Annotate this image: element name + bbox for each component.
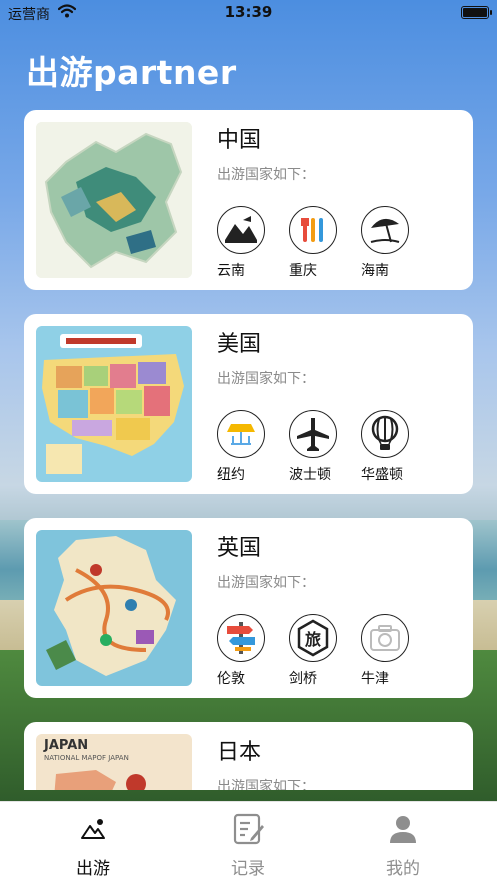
tab-label: 我的 [386, 859, 420, 879]
status-time: 13:39 [224, 3, 273, 21]
city-name: 纽约 [217, 467, 245, 483]
tab-label: 记录 [231, 859, 265, 879]
country-name: 中国 [217, 128, 262, 153]
travel-badge-icon: 旅 [289, 614, 337, 662]
country-name: 美国 [217, 332, 262, 357]
city-name: 波士顿 [289, 467, 331, 483]
umbrella-icon [217, 410, 265, 458]
city-name: 剑桥 [289, 671, 317, 687]
status-bar: 运营商 13:39 [0, 0, 497, 26]
airplane-icon [289, 410, 337, 458]
city-boston[interactable]: 波士顿 [289, 410, 349, 484]
japan-map-image: JAPAN NATIONAL MAPOF JAPAN [36, 734, 192, 790]
card-subtitle: 出游国家如下： [217, 779, 315, 790]
card-subtitle: 出游国家如下： [217, 371, 315, 387]
city-hainan[interactable]: 海南 [361, 206, 421, 280]
uk-map-image [36, 530, 192, 686]
destination-list[interactable]: 中国 出游国家如下： 云南 重庆 海南 美国 出游国家如下： 纽约 波士顿 华盛… [24, 110, 473, 790]
landscape-icon [76, 812, 110, 846]
city-chongqing[interactable]: 重庆 [289, 206, 349, 280]
tab-travel[interactable]: 出游 [33, 812, 153, 879]
card-subtitle: 出游国家如下： [217, 167, 315, 183]
tab-label: 出游 [76, 859, 110, 879]
hot-air-balloon-icon [361, 410, 409, 458]
destination-card-uk[interactable]: 英国 出游国家如下： 伦敦 旅 剑桥 牛津 [24, 518, 473, 698]
city-name: 云南 [217, 263, 245, 279]
notebook-edit-icon [231, 812, 265, 846]
city-new-york[interactable]: 纽约 [217, 410, 277, 484]
food-utensils-icon [289, 206, 337, 254]
destination-card-usa[interactable]: 美国 出游国家如下： 纽约 波士顿 华盛顿 [24, 314, 473, 494]
city-yunnan[interactable]: 云南 [217, 206, 277, 280]
tab-records[interactable]: 记录 [188, 812, 308, 879]
usa-map-image [36, 326, 192, 482]
city-name: 海南 [361, 263, 389, 279]
battery-icon [461, 6, 492, 19]
page-title: 出游partner [26, 53, 237, 92]
person-icon [386, 812, 420, 846]
travel-badge-text: 旅 [304, 630, 321, 649]
city-washington[interactable]: 华盛顿 [361, 410, 421, 484]
mountain-temple-icon [217, 206, 265, 254]
country-name: 英国 [217, 536, 262, 561]
city-name: 华盛顿 [361, 467, 403, 483]
city-name: 伦敦 [217, 671, 245, 687]
country-name: 日本 [217, 740, 262, 765]
city-name: 重庆 [289, 263, 317, 279]
city-london[interactable]: 伦敦 [217, 614, 277, 688]
signpost-icon [217, 614, 265, 662]
city-oxford[interactable]: 牛津 [361, 614, 421, 688]
city-name: 牛津 [361, 671, 389, 687]
card-subtitle: 出游国家如下： [217, 575, 315, 591]
camera-icon [361, 614, 409, 662]
tab-bar: 出游 记录 我的 [0, 801, 497, 883]
china-map-image [36, 122, 192, 278]
destination-card-japan[interactable]: JAPAN NATIONAL MAPOF JAPAN 日本 出游国家如下： [24, 722, 473, 790]
destination-card-china[interactable]: 中国 出游国家如下： 云南 重庆 海南 [24, 110, 473, 290]
city-cambridge[interactable]: 旅 剑桥 [289, 614, 349, 688]
beach-umbrella-icon [361, 206, 409, 254]
tab-profile[interactable]: 我的 [343, 812, 463, 879]
